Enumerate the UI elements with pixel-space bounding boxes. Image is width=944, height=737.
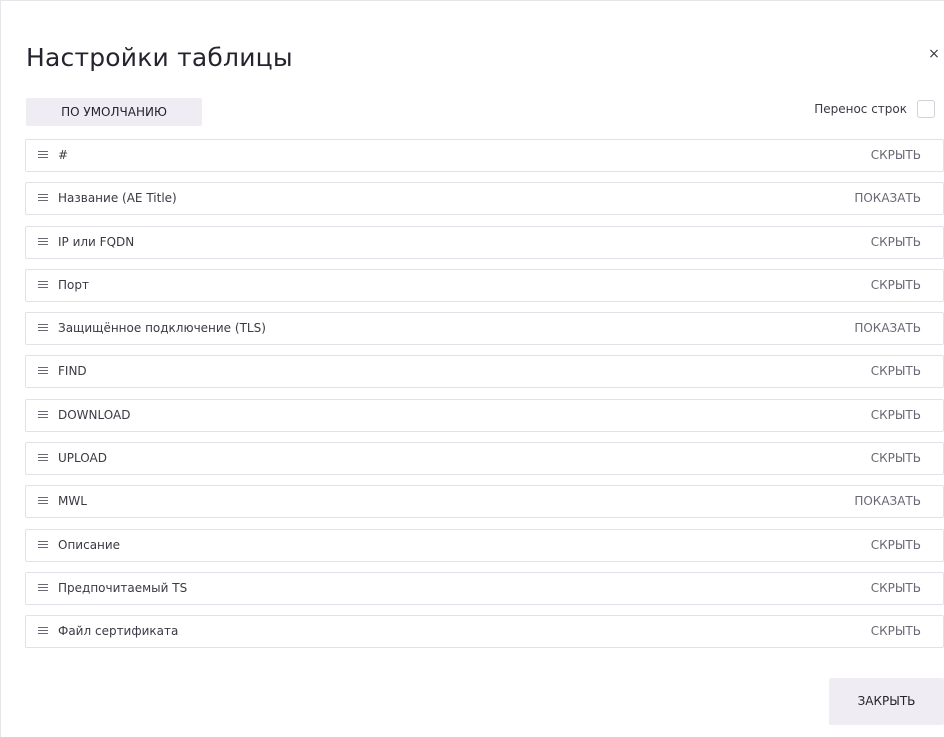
- column-row[interactable]: Защищённое подключение (TLS) ПОКАЗАТЬ: [25, 312, 944, 346]
- column-label: DOWNLOAD: [58, 407, 131, 422]
- column-visibility-toggle[interactable]: ПОКАЗАТЬ: [854, 486, 921, 517]
- column-label: Предпочитаемый TS: [58, 580, 188, 595]
- column-row[interactable]: Описание СКРЫТЬ: [25, 528, 944, 562]
- column-visibility-toggle[interactable]: СКРЫТЬ: [871, 616, 921, 647]
- close-button[interactable]: ЗАКРЫТЬ: [829, 678, 944, 725]
- drag-handle-icon[interactable]: [38, 149, 49, 163]
- column-label: Защищённое подключение (TLS): [58, 321, 266, 336]
- column-row[interactable]: # СКРЫТЬ: [25, 139, 944, 172]
- column-visibility-toggle[interactable]: СКРЫТЬ: [871, 270, 921, 301]
- drag-handle-icon[interactable]: [38, 495, 49, 509]
- column-label: UPLOAD: [58, 451, 107, 466]
- column-label: Файл сертификата: [58, 624, 179, 639]
- reset-default-button[interactable]: ПО УМОЛЧАНИЮ: [26, 98, 202, 126]
- column-label: FIND: [58, 364, 87, 379]
- drag-handle-icon[interactable]: [38, 582, 49, 596]
- drag-handle-icon[interactable]: [38, 409, 49, 423]
- column-visibility-toggle[interactable]: СКРЫТЬ: [871, 227, 921, 258]
- column-visibility-toggle[interactable]: СКРЫТЬ: [871, 400, 921, 431]
- line-wrap-checkbox[interactable]: [917, 100, 935, 118]
- column-visibility-toggle[interactable]: ПОКАЗАТЬ: [854, 183, 921, 214]
- column-row[interactable]: DOWNLOAD СКРЫТЬ: [25, 398, 944, 432]
- column-row[interactable]: Файл сертификата СКРЫТЬ: [25, 615, 944, 649]
- column-label: MWL: [58, 494, 87, 509]
- drag-handle-icon[interactable]: [38, 322, 49, 336]
- drag-handle-icon[interactable]: [38, 365, 49, 379]
- column-row[interactable]: IP или FQDN СКРЫТЬ: [25, 225, 944, 259]
- column-row[interactable]: FIND СКРЫТЬ: [25, 355, 944, 389]
- column-label: Порт: [58, 277, 89, 292]
- column-row[interactable]: Название (AE Title) ПОКАЗАТЬ: [25, 182, 944, 216]
- column-label: IP или FQDN: [58, 234, 135, 249]
- column-visibility-toggle[interactable]: ПОКАЗАТЬ: [854, 313, 921, 344]
- column-list: # СКРЫТЬ Название (AE Title) ПОКАЗАТЬ IP…: [25, 139, 944, 659]
- line-wrap-label: Перенос строк: [814, 102, 907, 116]
- drag-handle-icon[interactable]: [38, 452, 49, 466]
- column-row[interactable]: Предпочитаемый TS СКРЫТЬ: [25, 571, 944, 605]
- drag-handle-icon[interactable]: [38, 539, 49, 553]
- column-row[interactable]: UPLOAD СКРЫТЬ: [25, 442, 944, 476]
- column-visibility-toggle[interactable]: СКРЫТЬ: [871, 140, 921, 171]
- drag-handle-icon[interactable]: [38, 192, 49, 206]
- close-icon[interactable]: ×: [927, 47, 941, 61]
- column-label: Название (AE Title): [58, 191, 177, 206]
- column-row[interactable]: Порт СКРЫТЬ: [25, 268, 944, 302]
- column-label: #: [58, 148, 69, 162]
- column-label: Описание: [58, 537, 121, 552]
- dialog-title: Настройки таблицы: [26, 43, 293, 72]
- drag-handle-icon[interactable]: [38, 236, 49, 250]
- column-visibility-toggle[interactable]: СКРЫТЬ: [871, 356, 921, 387]
- drag-handle-icon[interactable]: [38, 279, 49, 293]
- column-row[interactable]: MWL ПОКАЗАТЬ: [25, 485, 944, 519]
- table-settings-dialog: Настройки таблицы × ПО УМОЛЧАНИЮ Перенос…: [0, 0, 944, 737]
- column-visibility-toggle[interactable]: СКРЫТЬ: [871, 443, 921, 474]
- column-visibility-toggle[interactable]: СКРЫТЬ: [871, 530, 921, 561]
- column-visibility-toggle[interactable]: СКРЫТЬ: [871, 573, 921, 604]
- drag-handle-icon[interactable]: [38, 625, 49, 639]
